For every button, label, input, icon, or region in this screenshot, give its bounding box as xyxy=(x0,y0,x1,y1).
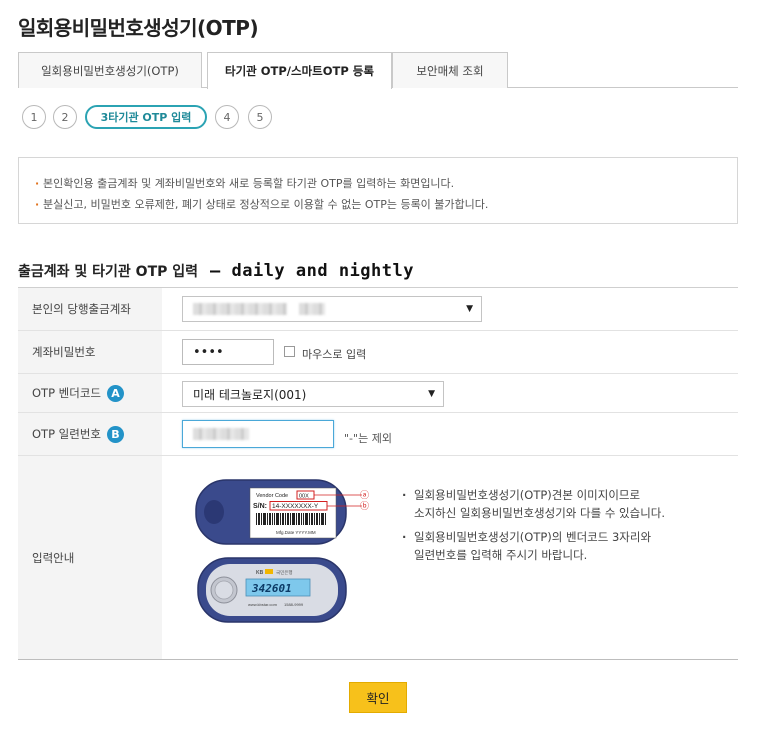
device-footer-tel: 1588-9999 xyxy=(284,602,304,607)
otp-device-sample-image: Vendor Code 00X S/N: 14-XXXXXXX-Y Mfg.Da… xyxy=(195,479,369,623)
section-title-extra: – daily and nightly xyxy=(210,261,414,281)
masked-account-number xyxy=(299,303,325,315)
form-row-vendor-code: OTP 벤더코드 A 미래 테크놀로지(001) ▼ xyxy=(18,374,738,413)
step-2: 2 xyxy=(53,105,77,129)
serial-label: OTP 일련번호 B xyxy=(18,413,162,455)
marker-b-icon: ⓑ xyxy=(360,501,369,512)
device-brand-left: KB xyxy=(256,570,264,576)
input-form-table: 본인의 당행출금계좌 ▼ 계좌비밀번호 •••• 마우스로 입력 OTP 벤더코… xyxy=(18,287,738,660)
device-vendor-code-label: Vendor Code xyxy=(256,493,288,499)
notice-line: 본인확인용 출금계좌 및 계좌비밀번호와 새로 등록할 타기관 OTP를 입력하… xyxy=(35,173,737,194)
masked-serial-number xyxy=(193,428,249,440)
form-row-password: 계좌비밀번호 •••• 마우스로 입력 xyxy=(18,331,738,374)
dropdown-arrow-icon: ▼ xyxy=(466,304,473,314)
form-row-guide: 입력안내 Vendor Code 00X S/N: 14-XXXXXXX-Y M… xyxy=(18,456,738,660)
tab-bar: 일회용비밀번호생성기(OTP) 타기관 OTP/스마트OTP 등록 보안매체 조… xyxy=(18,52,738,89)
confirm-button[interactable]: 확인 xyxy=(349,682,407,713)
account-select[interactable]: ▼ xyxy=(182,296,482,322)
serial-hint: "-"는 제외 xyxy=(344,432,392,445)
step-4: 4 xyxy=(215,105,239,129)
notice-line: 분실신고, 비밀번호 오류제한, 폐기 상태로 정상적으로 이용할 수 없는 O… xyxy=(35,194,737,215)
step-3-current: 3타기관 OTP 입력 xyxy=(85,105,207,129)
mouse-input-checkbox[interactable] xyxy=(284,346,295,357)
account-label: 본인의 당행출금계좌 xyxy=(18,288,162,330)
guide-line-cont: 일련번호를 입력해 주시기 바랍니다. xyxy=(414,548,588,562)
vendor-code-label-text: OTP 벤더코드 xyxy=(32,386,101,400)
tab-otp-generator[interactable]: 일회용비밀번호생성기(OTP) xyxy=(18,52,202,88)
step-5: 5 xyxy=(248,105,272,129)
password-label: 계좌비밀번호 xyxy=(18,331,162,373)
serial-number-input[interactable] xyxy=(182,420,334,448)
notice-box: 본인확인용 출금계좌 및 계좌비밀번호와 새로 등록할 타기관 OTP를 입력하… xyxy=(18,157,738,224)
form-row-serial: OTP 일련번호 B "-"는 제외 xyxy=(18,413,738,456)
page-title: 일회용비밀번호생성기(OTP) xyxy=(18,16,259,40)
device-mfg-date: Mfg.Date YYYY.MM xyxy=(276,530,316,535)
device-otp-display: 342601 xyxy=(251,582,292,595)
section-title: 출금계좌 및 타기관 OTP 입력 – daily and nightly xyxy=(18,261,414,281)
tab-other-otp-register[interactable]: 타기관 OTP/스마트OTP 등록 xyxy=(207,52,392,89)
badge-a-icon: A xyxy=(107,384,124,402)
device-footer-url: www.kbstar.com xyxy=(248,602,278,607)
guide-label: 입력안내 xyxy=(18,456,162,659)
vendor-code-select[interactable]: 미래 테크놀로지(001) ▼ xyxy=(182,381,444,407)
mouse-input-label[interactable]: 마우스로 입력 xyxy=(302,346,366,362)
masked-account-number xyxy=(193,303,287,315)
tab-security-media-inquiry[interactable]: 보안매체 조회 xyxy=(392,52,508,88)
device-sn-value: 14-XXXXXXX-Y xyxy=(272,503,319,510)
dropdown-arrow-icon: ▼ xyxy=(428,389,435,399)
account-password-input[interactable]: •••• xyxy=(182,339,274,365)
guide-line: 일회용비밀번호생성기(OTP)의 벤더코드 3자리와 xyxy=(402,528,722,546)
device-sn-label: S/N: xyxy=(253,503,267,510)
badge-b-icon: B xyxy=(107,425,124,443)
form-row-account: 본인의 당행출금계좌 ▼ xyxy=(18,288,738,331)
guide-line-cont: 소지하신 일회용비밀번호생성기와 다를 수 있습니다. xyxy=(414,506,666,520)
serial-label-text: OTP 일련번호 xyxy=(32,427,101,441)
device-brand-right: 국민은행 xyxy=(276,569,293,576)
guide-line: 일회용비밀번호생성기(OTP)견본 이미지이므로 xyxy=(402,486,722,504)
section-title-text: 출금계좌 및 타기관 OTP 입력 xyxy=(18,264,199,280)
guide-text: 일회용비밀번호생성기(OTP)견본 이미지이므로 소지하신 일회용비밀번호생성기… xyxy=(402,486,722,564)
device-vendor-code-value: 00X xyxy=(299,494,309,500)
vendor-code-label: OTP 벤더코드 A xyxy=(18,374,162,412)
step-1: 1 xyxy=(22,105,46,129)
marker-a-icon: ⓐ xyxy=(360,490,369,501)
vendor-code-selected: 미래 테크놀로지(001) xyxy=(193,387,307,402)
